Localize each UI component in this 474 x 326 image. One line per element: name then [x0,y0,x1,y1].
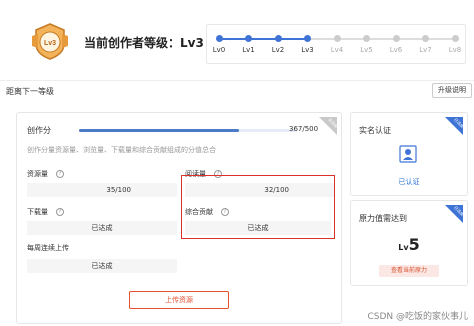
level-label: Lv6 [389,46,403,54]
level-line-reached [219,38,308,40]
power-title: 原力值需达到 [359,214,407,223]
verify-title: 实名认证 [359,126,391,135]
level-line-pending [307,38,455,40]
real-name-verify-panel: 已达成 实名认证 已认证 [350,112,468,196]
level-label: Lv7 [419,46,432,54]
creator-level-page: Lv3 当前创作者等级：Lv3 Lv0 Lv1 Lv2 Lv3 Lv4 Lv5 Lv6 Lv7… [0,0,474,326]
power-required-level: Lv5 [398,235,420,254]
upload-resource-button[interactable]: 上传资源 [129,291,229,309]
level-dot [274,35,282,42]
help-icon[interactable]: ? [56,208,64,216]
level-dot [245,35,252,42]
creation-score-panel: 未达成 创作分 367/500 创作分量资源量、浏览量、下载量和综合贡献组成的分… [16,112,342,324]
divider [0,80,474,81]
resources-label: 资源量? [27,169,64,179]
creation-progress-value: 367/500 [289,125,319,133]
id-card-icon [399,145,417,163]
level-dot [392,35,400,42]
achieved-tag-icon: 已达成 [445,116,465,135]
resources-value: 35/100 [27,183,177,197]
level-dot [363,35,370,42]
weekly-upload-label: 每周连续上传 [27,244,69,252]
next-level-label: 距离下一等级 [6,87,54,96]
weekly-upload-value: 已达成 [27,259,177,273]
level-dot [451,35,459,42]
level-label: Lv4 [330,46,344,54]
not-achieved-tag-icon: 未达成 [319,116,339,135]
creation-score-label: 创作分 [27,126,51,135]
level-badge-icon: Lv3 [32,23,68,60]
creation-progress-fill [79,129,239,132]
creation-description: 创作分量资源量、浏览量、下载量和综合贡献组成的分值总合 [27,146,216,154]
level-badge-text: Lv3 [44,40,56,47]
help-icon[interactable]: ? [56,170,64,178]
level-dot [422,35,429,42]
level-label: Lv5 [360,46,373,54]
watermark: CSDN @吃饭的家伙事儿 [367,312,468,322]
verify-status: 已认证 [398,178,420,186]
level-dot [333,35,341,42]
contribution-highlight-box [181,175,335,239]
level-label: Lv2 [271,46,285,54]
downloads-label: 下载量? [27,207,64,217]
power-value-panel: 已达成 原力值需达到 Lv5 查看当前原力 [350,200,468,286]
level-dot [304,35,311,42]
upgrade-info-button[interactable]: 升级说明 [432,83,472,98]
downloads-value: 已达成 [27,221,177,235]
achieved-tag-icon: 已达成 [445,204,465,223]
level-label: Lv8 [448,46,462,54]
level-label: Lv0 [212,46,226,54]
page-title: 当前创作者等级：Lv3 [84,36,204,50]
level-dot [215,35,223,42]
level-track: Lv0 Lv1 Lv2 Lv3 Lv4 Lv5 Lv6 Lv7 Lv8 [206,24,466,64]
creation-progress-bar [79,129,297,132]
level-label: Lv1 [242,46,255,54]
level-label: Lv3 [301,46,314,54]
view-power-button[interactable]: 查看当前原力 [379,265,439,277]
